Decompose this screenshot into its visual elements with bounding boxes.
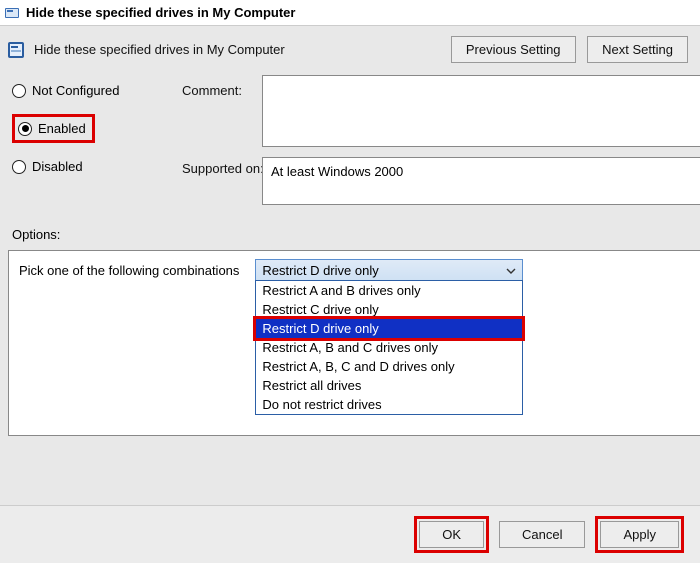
dropdown-item[interactable]: Do not restrict drives: [256, 395, 522, 414]
policy-page-icon: [6, 40, 26, 60]
dropdown-list: Restrict A and B drives only Restrict C …: [255, 280, 523, 415]
comment-label: Comment:: [182, 75, 262, 98]
radio-disabled[interactable]: Disabled: [12, 159, 182, 174]
radio-label: Disabled: [32, 159, 83, 174]
dropdown-item[interactable]: Restrict A and B drives only: [256, 281, 522, 300]
supported-on-label: Supported on:: [182, 147, 262, 205]
previous-setting-button[interactable]: Previous Setting: [451, 36, 576, 63]
dropdown-item[interactable]: Restrict C drive only: [256, 300, 522, 319]
drives-dropdown[interactable]: Restrict D drive only Restrict A and B d…: [255, 259, 523, 281]
dropdown-selected[interactable]: Restrict D drive only: [255, 259, 523, 281]
radio-enabled[interactable]: Enabled: [18, 121, 86, 136]
next-setting-button[interactable]: Next Setting: [587, 36, 688, 63]
highlight-apply: Apply: [595, 516, 684, 553]
options-panel: Pick one of the following combinations R…: [8, 250, 700, 436]
dropdown-selected-text: Restrict D drive only: [262, 263, 378, 278]
policy-icon: [4, 5, 20, 21]
subheader: Hide these specified drives in My Comput…: [0, 26, 700, 75]
dropdown-item-selected[interactable]: Restrict D drive only: [256, 319, 522, 338]
highlight-ok: OK: [414, 516, 489, 553]
titlebar: Hide these specified drives in My Comput…: [0, 0, 700, 26]
dropdown-item[interactable]: Restrict A, B and C drives only: [256, 338, 522, 357]
options-label: Options:: [0, 205, 700, 250]
apply-button[interactable]: Apply: [600, 521, 679, 548]
pick-label: Pick one of the following combinations: [19, 259, 239, 278]
radio-circle-icon: [18, 122, 32, 136]
state-radio-group: Not Configured Enabled Disabled: [12, 75, 182, 205]
highlight-enabled: Enabled: [12, 114, 95, 143]
comment-textarea[interactable]: [262, 75, 700, 147]
radio-not-configured[interactable]: Not Configured: [12, 83, 182, 98]
dropdown-item[interactable]: Restrict all drives: [256, 376, 522, 395]
radio-circle-icon: [12, 160, 26, 174]
radio-circle-icon: [12, 84, 26, 98]
radio-label: Enabled: [38, 121, 86, 136]
page-title: Hide these specified drives in My Comput…: [34, 42, 285, 57]
cancel-button[interactable]: Cancel: [499, 521, 585, 548]
window-title: Hide these specified drives in My Comput…: [26, 5, 295, 20]
radio-label: Not Configured: [32, 83, 119, 98]
dropdown-item[interactable]: Restrict A, B, C and D drives only: [256, 357, 522, 376]
ok-button[interactable]: OK: [419, 521, 484, 548]
supported-on-value: At least Windows 2000: [262, 157, 700, 205]
dialog-footer: OK Cancel Apply: [0, 505, 700, 563]
chevron-down-icon: [506, 264, 516, 279]
